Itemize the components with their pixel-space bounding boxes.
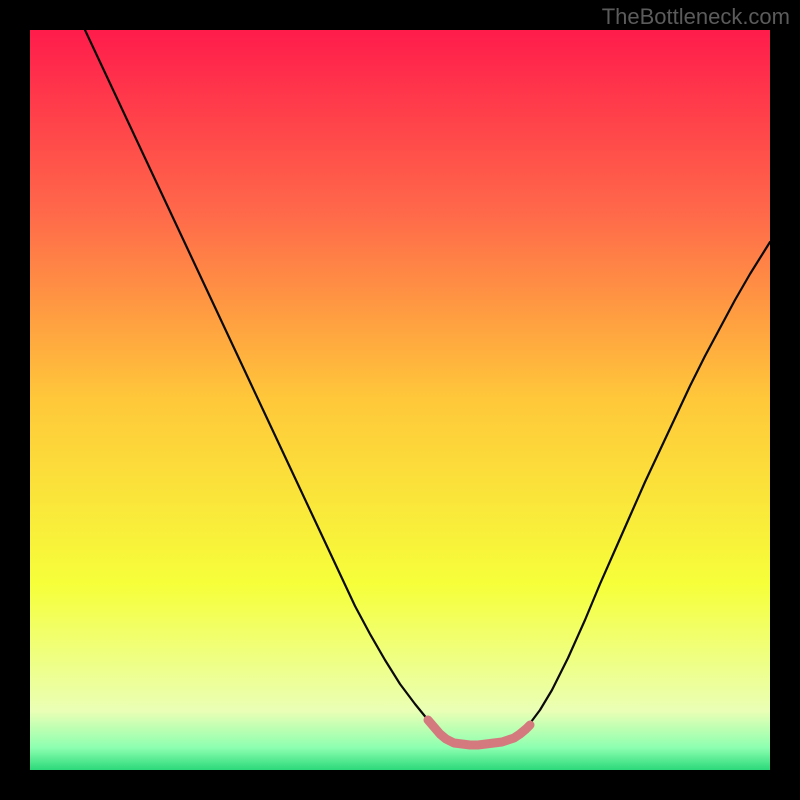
bottleneck-chart xyxy=(30,30,770,770)
chart-frame xyxy=(30,30,770,770)
watermark-text: TheBottleneck.com xyxy=(602,4,790,30)
chart-background xyxy=(30,30,770,770)
